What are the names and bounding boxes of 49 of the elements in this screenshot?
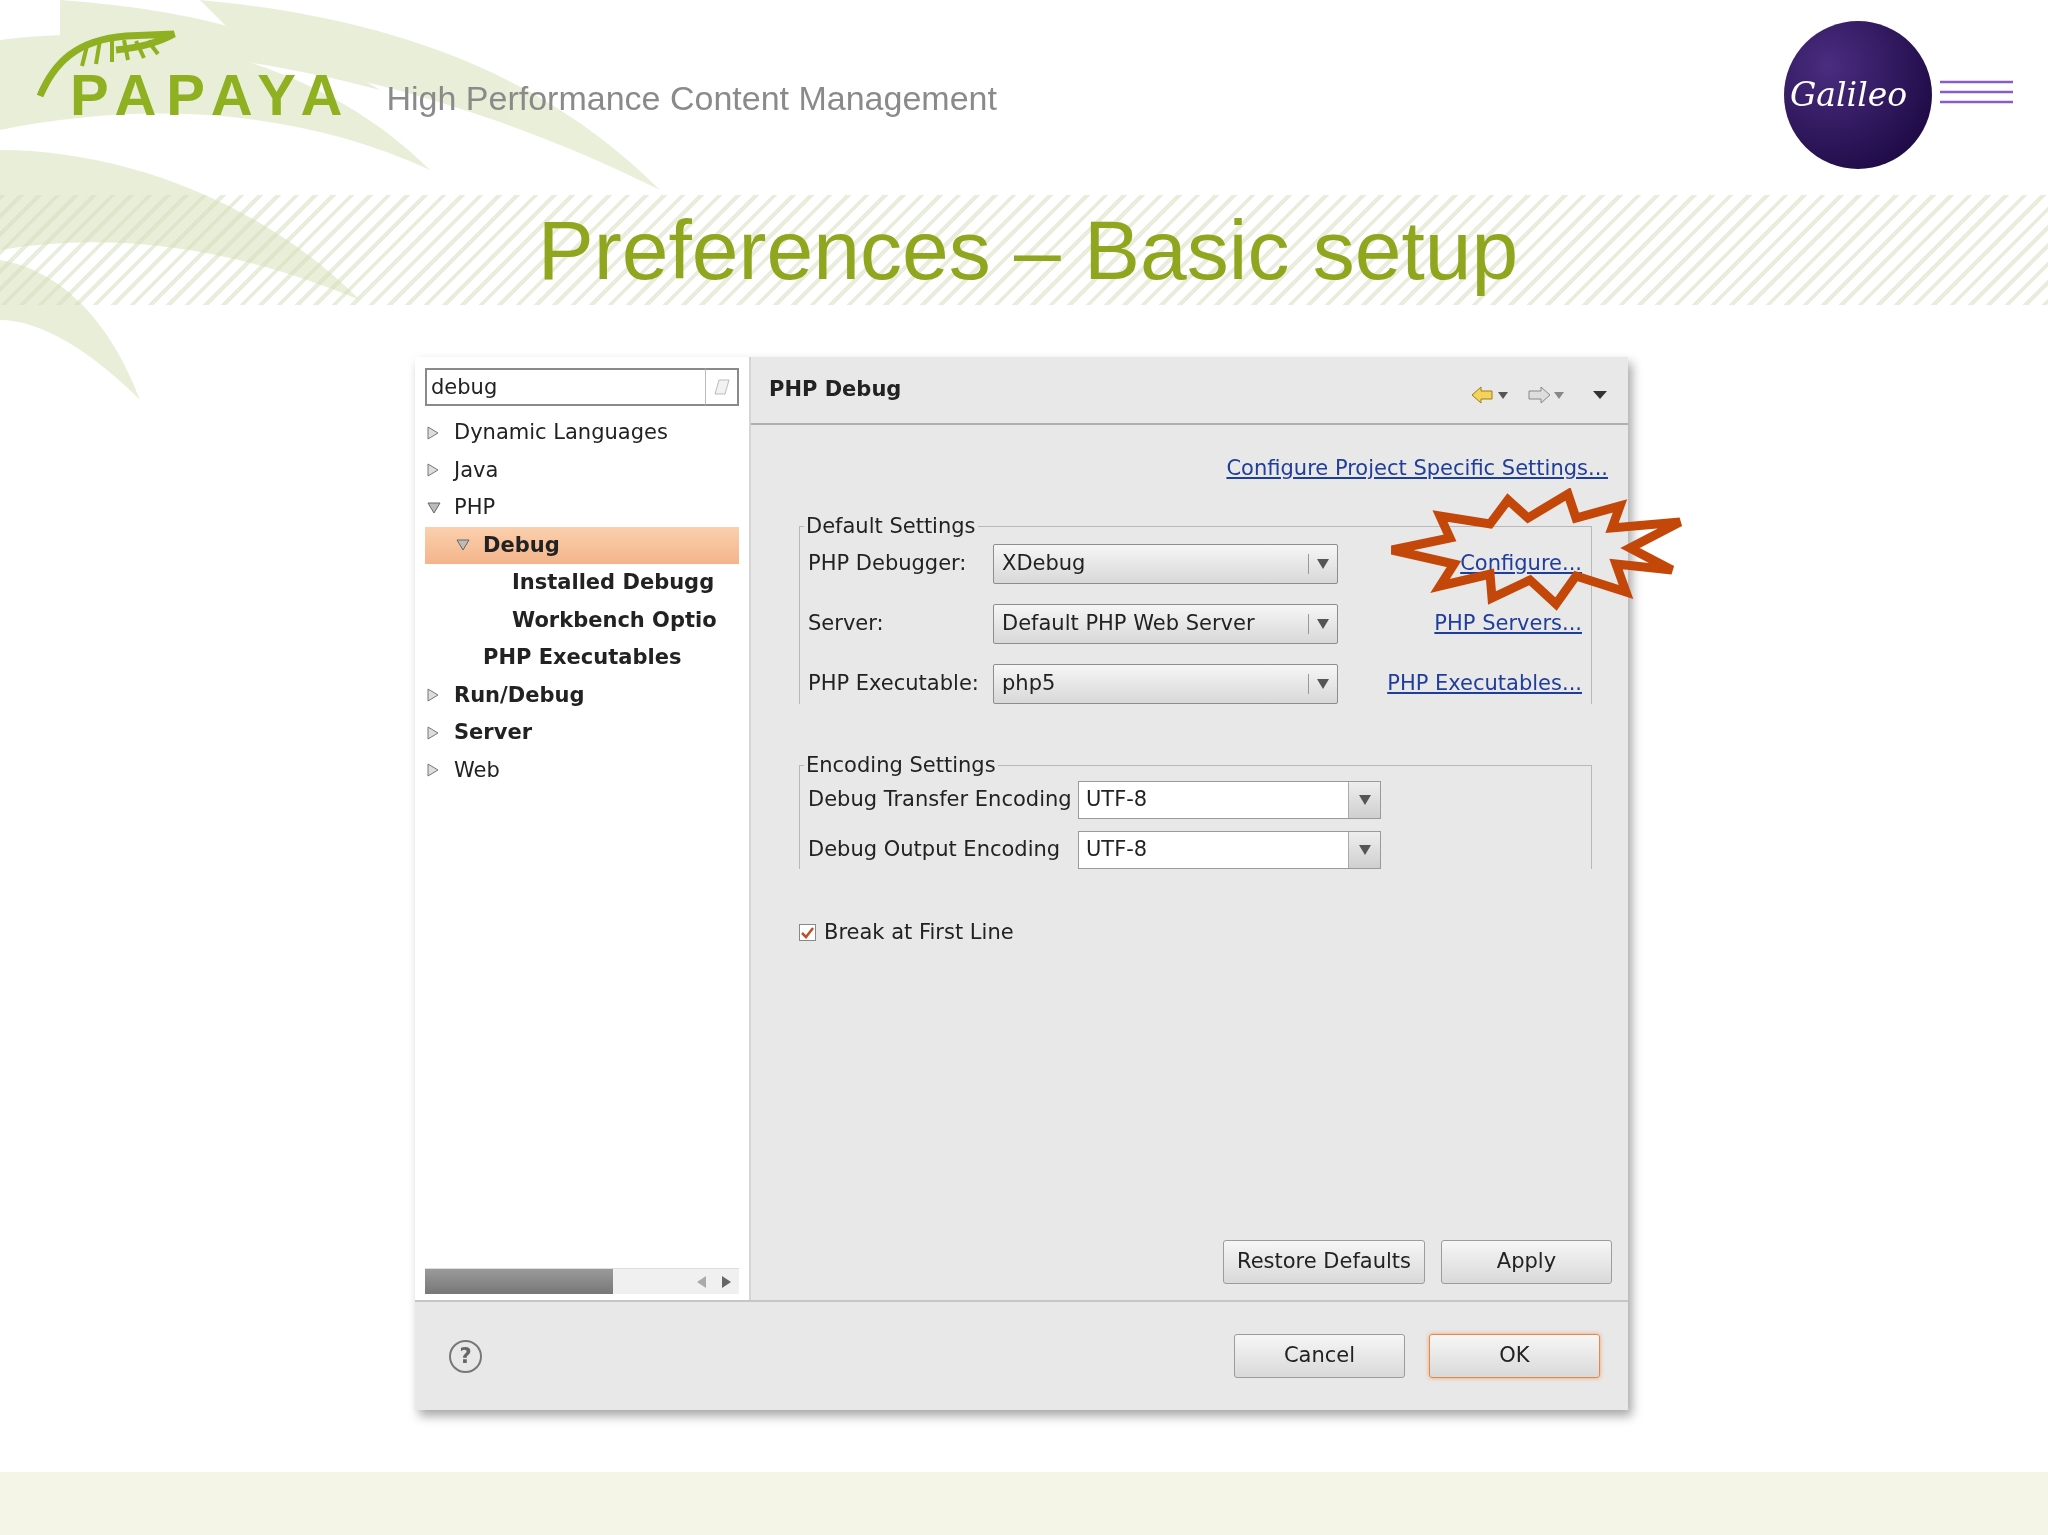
expanded-arrow-icon[interactable] bbox=[427, 501, 441, 514]
tree-item[interactable]: Run/Debug bbox=[425, 676, 739, 714]
dropdown[interactable]: XDebug bbox=[993, 543, 1338, 584]
settings-link[interactable]: Configure... bbox=[1460, 547, 1582, 580]
tree-item[interactable]: Installed Debugg bbox=[425, 564, 739, 602]
tree-item[interactable]: PHP bbox=[425, 489, 739, 527]
tree-item[interactable]: Web bbox=[425, 751, 739, 789]
forward-arrow-icon[interactable] bbox=[1526, 384, 1566, 406]
help-button[interactable]: ? bbox=[449, 1339, 482, 1373]
tree-item[interactable]: Workbench Optio bbox=[425, 601, 739, 639]
field-label: PHP Debugger: bbox=[808, 549, 968, 577]
checkbox-label: Break at First Line bbox=[824, 918, 1014, 946]
project-settings-link[interactable]: Configure Project Specific Settings... bbox=[1226, 453, 1608, 485]
expanded-arrow-icon[interactable] bbox=[456, 539, 470, 552]
dropdown[interactable]: php5 bbox=[993, 663, 1338, 704]
dialog-button[interactable]: Cancel bbox=[1234, 1334, 1405, 1378]
settings-link[interactable]: PHP Executables... bbox=[1387, 667, 1582, 700]
tree-item[interactable]: Server bbox=[425, 714, 739, 752]
collapsed-arrow-icon[interactable] bbox=[427, 725, 439, 740]
tree-item[interactable]: PHP Executables bbox=[425, 639, 739, 677]
field-label: PHP Executable: bbox=[808, 669, 980, 697]
logo-text: PAPAYA bbox=[70, 66, 353, 124]
collapsed-arrow-icon[interactable] bbox=[427, 688, 439, 703]
checkbox[interactable] bbox=[799, 923, 816, 941]
menu-caret-icon[interactable] bbox=[1592, 390, 1608, 400]
settings-link[interactable]: PHP Servers... bbox=[1434, 607, 1582, 640]
dropdown[interactable]: UTF-8 bbox=[1078, 830, 1381, 869]
collapsed-arrow-icon[interactable] bbox=[427, 763, 439, 778]
field-label: Debug Output Encoding bbox=[808, 835, 1062, 863]
field-label: Server: bbox=[808, 609, 885, 637]
horizontal-scrollbar[interactable] bbox=[425, 1268, 739, 1294]
default-button[interactable]: OK bbox=[1429, 1334, 1600, 1378]
apply-button[interactable]: Apply bbox=[1441, 1240, 1612, 1284]
page-title: PHP Debug bbox=[769, 376, 902, 404]
collapsed-arrow-icon[interactable] bbox=[427, 425, 439, 440]
dropdown[interactable]: UTF-8 bbox=[1078, 780, 1381, 819]
tagline: High Performance Content Management bbox=[386, 78, 997, 119]
filter-field[interactable]: debug bbox=[425, 368, 706, 406]
collapsed-arrow-icon[interactable] bbox=[427, 463, 439, 478]
partner-logo-text: Galileo bbox=[1790, 75, 1908, 114]
back-arrow-icon[interactable] bbox=[1470, 384, 1510, 406]
dropdown[interactable]: Default PHP Web Server bbox=[993, 603, 1338, 644]
restore-defaults-button[interactable]: Restore Defaults bbox=[1223, 1240, 1425, 1284]
tree-item[interactable]: Debug bbox=[425, 526, 739, 564]
group-label: Encoding Settings bbox=[805, 753, 997, 777]
tree-item[interactable]: Java bbox=[425, 451, 739, 489]
tree-item[interactable]: Dynamic Languages bbox=[425, 414, 739, 452]
field-label: Debug Transfer Encoding bbox=[808, 785, 1073, 813]
group-label: Default Settings bbox=[805, 514, 977, 538]
